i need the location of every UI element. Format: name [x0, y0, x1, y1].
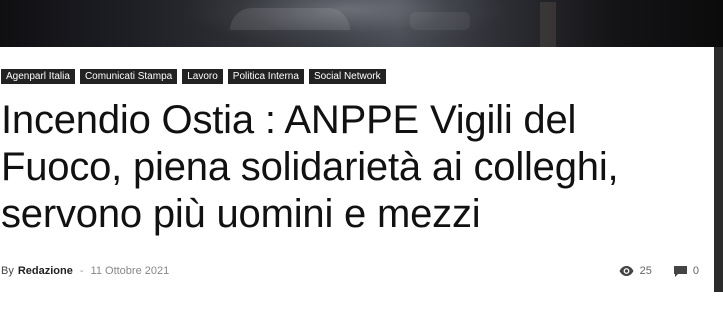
- category-tag-lavoro[interactable]: Lavoro: [182, 69, 223, 84]
- featured-image-shape: [410, 12, 470, 30]
- comments-link[interactable]: 0: [673, 265, 699, 277]
- by-label: By: [1, 265, 14, 277]
- article-stats: 25 0: [619, 265, 699, 277]
- category-tag-agenparl-italia[interactable]: Agenparl Italia: [1, 69, 75, 84]
- comment-icon: [673, 265, 687, 277]
- featured-image: [0, 0, 723, 47]
- comments-value: 0: [692, 265, 699, 277]
- category-tag-social-network[interactable]: Social Network: [308, 69, 386, 84]
- article-meta: By Redazione - 11 Ottobre 2021: [1, 265, 169, 277]
- meta-separator: -: [79, 265, 84, 277]
- publish-date: 11 Ottobre 2021: [90, 265, 170, 277]
- category-tag-comunicati-stampa[interactable]: Comunicati Stampa: [79, 69, 178, 84]
- category-tags: Agenparl Italia Comunicati Stampa Lavoro…: [1, 69, 386, 84]
- author-link[interactable]: Redazione: [18, 265, 73, 277]
- featured-image-shape: [230, 8, 350, 30]
- views-count: 25: [619, 265, 652, 277]
- scrollbar[interactable]: [714, 47, 723, 292]
- article-title: Incendio Ostia : ANPPE Vigili del Fuoco,…: [1, 98, 619, 236]
- eye-icon: [619, 266, 634, 276]
- featured-image-shape: [540, 2, 556, 47]
- category-tag-politica-interna[interactable]: Politica Interna: [227, 69, 304, 84]
- views-value: 25: [639, 265, 652, 277]
